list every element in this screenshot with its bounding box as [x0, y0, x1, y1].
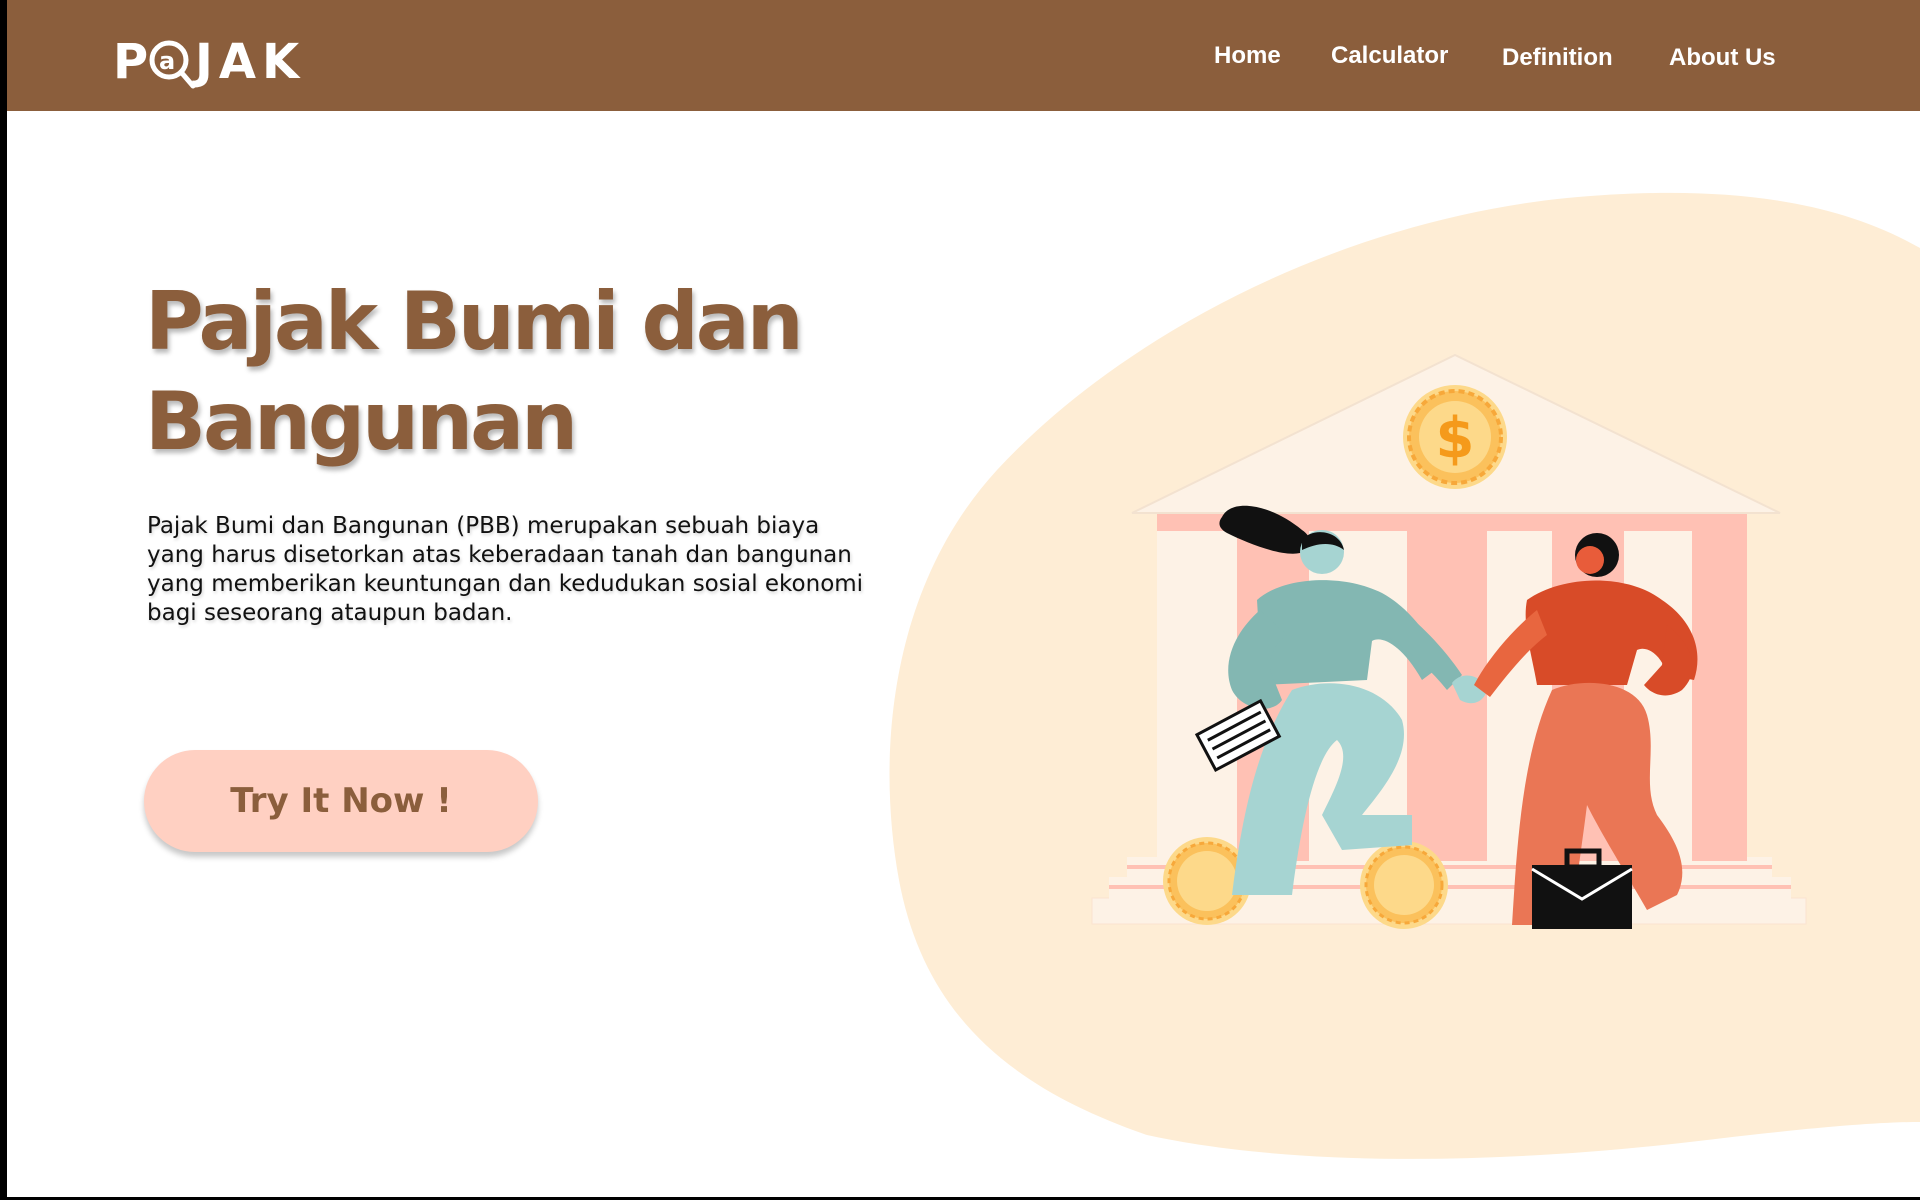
hero-title: Pajak Bumi dan Bangunan	[145, 272, 845, 472]
roof-coin-icon: $	[1403, 385, 1507, 489]
coin-symbol: $	[1436, 406, 1475, 471]
column	[1692, 531, 1747, 861]
nav-home[interactable]: Home	[1214, 42, 1281, 70]
hero-title-line2: Bangunan	[145, 375, 578, 468]
page: P a JAK P@JAK Home Calculator Definition…	[7, 0, 1920, 1197]
nav-calculator[interactable]: Calculator	[1331, 42, 1448, 70]
nav-links: Home Calculator Definition About Us	[7, 38, 1920, 78]
hero-title-line1: Pajak Bumi dan	[145, 275, 804, 368]
nav-about-us[interactable]: About Us	[1669, 44, 1776, 72]
tax-handshake-illustration: $	[1091, 353, 1807, 929]
briefcase-icon	[1532, 865, 1632, 929]
coin-icon	[1360, 841, 1448, 929]
hero-description: Pajak Bumi dan Bangunan (PBB) merupakan …	[147, 513, 864, 626]
nav-definition[interactable]: Definition	[1502, 44, 1613, 72]
try-it-now-button[interactable]: Try It Now !	[144, 750, 538, 852]
navbar: P a JAK P@JAK Home Calculator Definition…	[7, 0, 1920, 111]
